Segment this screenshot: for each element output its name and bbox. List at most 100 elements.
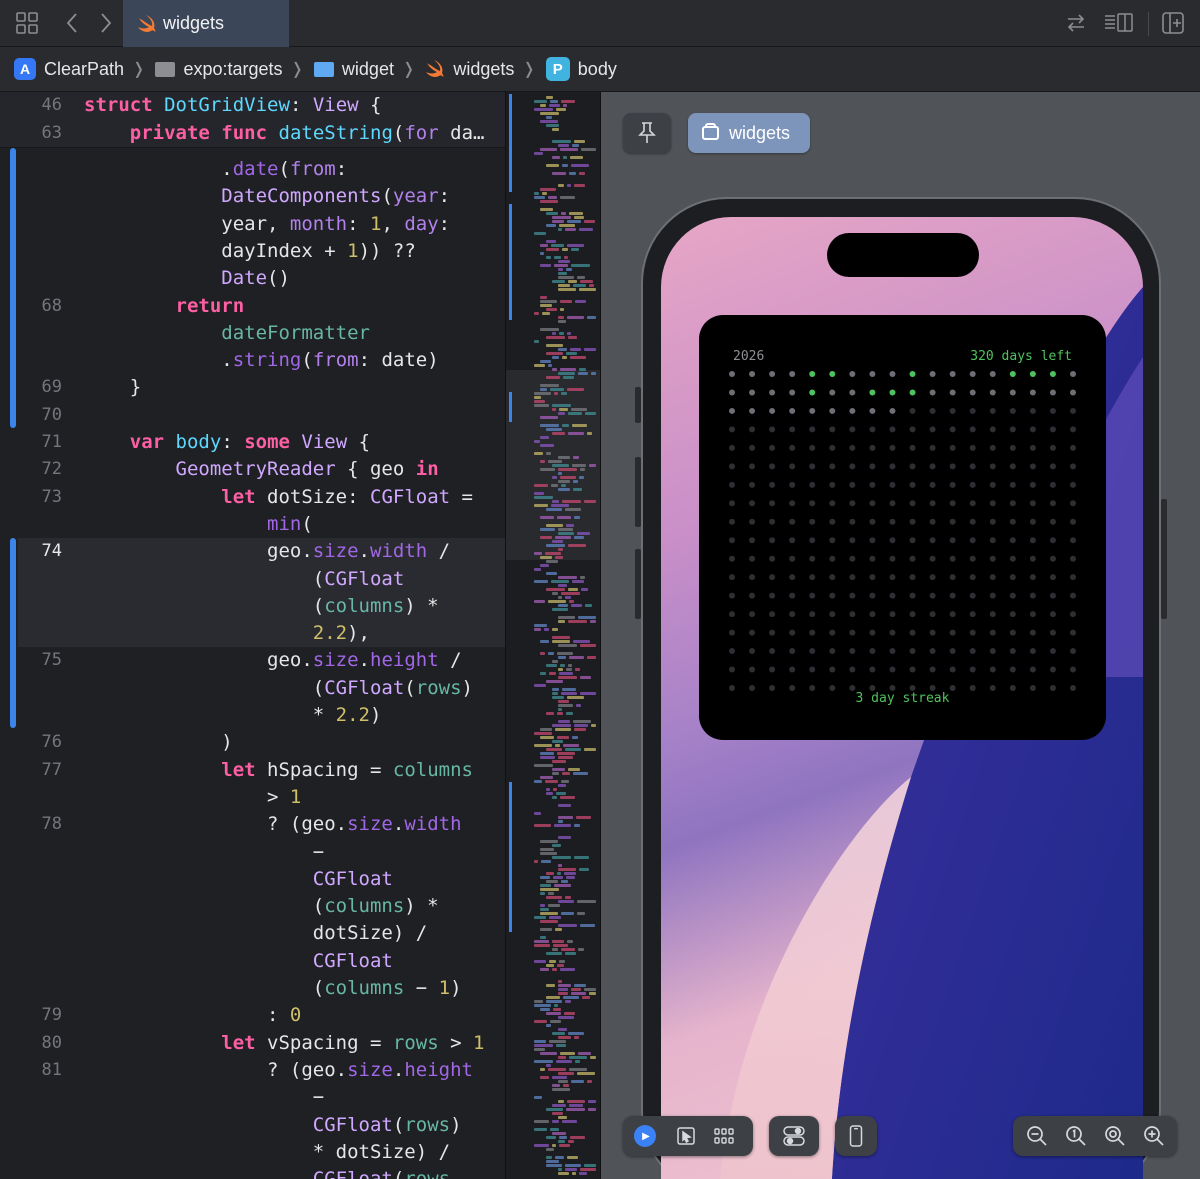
pin-button[interactable] bbox=[623, 113, 671, 153]
day-dot bbox=[849, 555, 856, 562]
breadcrumb-project[interactable]: A ClearPath bbox=[14, 58, 124, 80]
code-line[interactable]: * 2.2) bbox=[0, 702, 505, 729]
code-line[interactable]: (columns − 1) bbox=[0, 975, 505, 1002]
code-line[interactable]: 69 } bbox=[0, 374, 505, 401]
minimap-change-marker bbox=[509, 392, 512, 422]
code-editor[interactable]: .date(from: DateComponents(year: year, m… bbox=[0, 92, 505, 1179]
code-line[interactable]: CGFloat bbox=[0, 866, 505, 893]
dot-grid-widget[interactable]: 2026 320 days left 3 day streak bbox=[699, 315, 1106, 740]
day-dot bbox=[729, 629, 735, 636]
minimap-line bbox=[571, 248, 579, 251]
code-line[interactable]: .string(from: date) bbox=[0, 347, 505, 374]
chevron-right-icon[interactable] bbox=[92, 11, 118, 37]
day-dot bbox=[909, 592, 916, 599]
code-line[interactable]: (columns) * bbox=[0, 893, 505, 920]
code-line[interactable]: 81 ? (geo.size.height bbox=[0, 1057, 505, 1084]
code-line[interactable]: 71 var body: some View { bbox=[0, 429, 505, 456]
minimap-line bbox=[546, 1012, 561, 1015]
breadcrumb-folder[interactable]: widget bbox=[313, 59, 394, 80]
minimap[interactable] bbox=[505, 92, 600, 1179]
swap-icon[interactable] bbox=[1063, 11, 1089, 37]
day-dot bbox=[909, 518, 916, 525]
day-dot bbox=[869, 426, 876, 433]
day-dot bbox=[889, 426, 896, 433]
minimap-line bbox=[552, 332, 556, 335]
code-line[interactable]: year, month: 1, day: bbox=[0, 211, 505, 238]
day-dot bbox=[829, 481, 836, 488]
code-line[interactable]: 73 let dotSize: CGFloat = bbox=[0, 484, 505, 511]
breadcrumb-symbol[interactable]: P body bbox=[545, 57, 617, 81]
code-line[interactable]: > 1 bbox=[0, 784, 505, 811]
code-line[interactable]: − bbox=[0, 839, 505, 866]
device-settings-button[interactable] bbox=[775, 1116, 813, 1156]
sticky-header[interactable]: 46 struct DotGridView: View { bbox=[0, 92, 505, 120]
code-line[interactable]: 74 geo.size.width / bbox=[0, 538, 505, 565]
code-line[interactable]: Date() bbox=[0, 265, 505, 292]
minimap-line bbox=[534, 492, 544, 495]
grid-icon[interactable] bbox=[14, 11, 40, 37]
day-dot bbox=[769, 371, 776, 377]
day-dot bbox=[749, 444, 756, 451]
minimap-line bbox=[540, 848, 554, 851]
code-line[interactable]: dateFormatter bbox=[0, 320, 505, 347]
code-line[interactable]: CGFloat bbox=[0, 948, 505, 975]
code-line[interactable]: (CGFloat bbox=[0, 566, 505, 593]
zoom-to-fit-button[interactable] bbox=[1096, 1116, 1134, 1156]
code-line[interactable]: .date(from: bbox=[0, 156, 505, 183]
zoom-out-button[interactable] bbox=[1018, 1116, 1056, 1156]
add-editor-icon[interactable] bbox=[1160, 11, 1186, 37]
code-line[interactable]: 68 return bbox=[0, 293, 505, 320]
sticky-code-line[interactable]: 46 struct DotGridView: View { bbox=[0, 92, 505, 119]
code-line[interactable]: dayIndex + 1)) ?? bbox=[0, 238, 505, 265]
code-line[interactable]: 80 let vSpacing = rows > 1 bbox=[0, 1030, 505, 1057]
inspector-icon[interactable] bbox=[1102, 11, 1136, 37]
breadcrumb-group[interactable]: expo:targets bbox=[155, 59, 283, 80]
code-line[interactable]: − bbox=[0, 1084, 505, 1111]
day-dot bbox=[809, 389, 816, 396]
zoom-in-button[interactable] bbox=[1135, 1116, 1173, 1156]
day-dot bbox=[969, 666, 976, 673]
day-dot bbox=[989, 555, 996, 562]
code-line[interactable]: CGFloat(rows) bbox=[0, 1112, 505, 1139]
minimap-line bbox=[577, 532, 590, 535]
code-text: year, month: 1, day: bbox=[84, 212, 451, 235]
minimap-line bbox=[548, 460, 562, 463]
chevron-left-icon[interactable] bbox=[60, 11, 86, 37]
code-line[interactable]: (columns) * bbox=[0, 593, 505, 620]
minimap-line bbox=[568, 588, 578, 591]
code-line[interactable]: min( bbox=[0, 511, 505, 538]
code-line[interactable]: 70 bbox=[0, 402, 505, 429]
minimap-line bbox=[546, 588, 565, 591]
code-line[interactable]: CGFloat(rows bbox=[0, 1166, 505, 1179]
minimap-line bbox=[546, 336, 565, 339]
code-line[interactable]: * dotSize) / bbox=[0, 1139, 505, 1166]
code-line[interactable]: 2.2), bbox=[0, 620, 505, 647]
code-line[interactable]: 76 ) bbox=[0, 729, 505, 756]
code-line[interactable]: (CGFloat(rows) bbox=[0, 675, 505, 702]
code-line[interactable]: 79 : 0 bbox=[0, 1002, 505, 1029]
minimap-line bbox=[558, 620, 565, 623]
minimap-line bbox=[558, 528, 573, 531]
code-line[interactable]: 75 geo.size.height / bbox=[0, 647, 505, 674]
sticky-code-line[interactable]: 63 private func dateString(for da… bbox=[0, 120, 505, 147]
breadcrumb-file[interactable]: widgets bbox=[425, 59, 514, 80]
zoom-actual-size-button[interactable] bbox=[1057, 1116, 1095, 1156]
minimap-line bbox=[546, 1000, 562, 1003]
day-dot bbox=[1049, 407, 1056, 414]
code-line[interactable]: DateComponents(year: bbox=[0, 183, 505, 210]
code-line[interactable]: 77 let hSpacing = columns bbox=[0, 757, 505, 784]
select-mode-button[interactable] bbox=[667, 1116, 705, 1156]
code-line[interactable]: 78 ? (geo.size.width bbox=[0, 811, 505, 838]
minimap-line bbox=[552, 156, 560, 159]
minimap-line bbox=[552, 356, 559, 359]
code-line[interactable]: dotSize) / bbox=[0, 920, 505, 947]
variants-button[interactable] bbox=[705, 1116, 743, 1156]
live-preview-button[interactable]: ▶ bbox=[623, 1116, 667, 1156]
sticky-header[interactable]: 63 private func dateString(for da… bbox=[0, 120, 505, 148]
minimap-line bbox=[558, 992, 568, 995]
widgets-preview-button[interactable]: widgets bbox=[688, 113, 810, 153]
minimap-line bbox=[540, 884, 551, 887]
device-picker-button[interactable] bbox=[837, 1116, 875, 1156]
code-line[interactable]: 72 GeometryReader { geo in bbox=[0, 456, 505, 483]
tab-widgets[interactable]: widgets bbox=[123, 0, 289, 47]
